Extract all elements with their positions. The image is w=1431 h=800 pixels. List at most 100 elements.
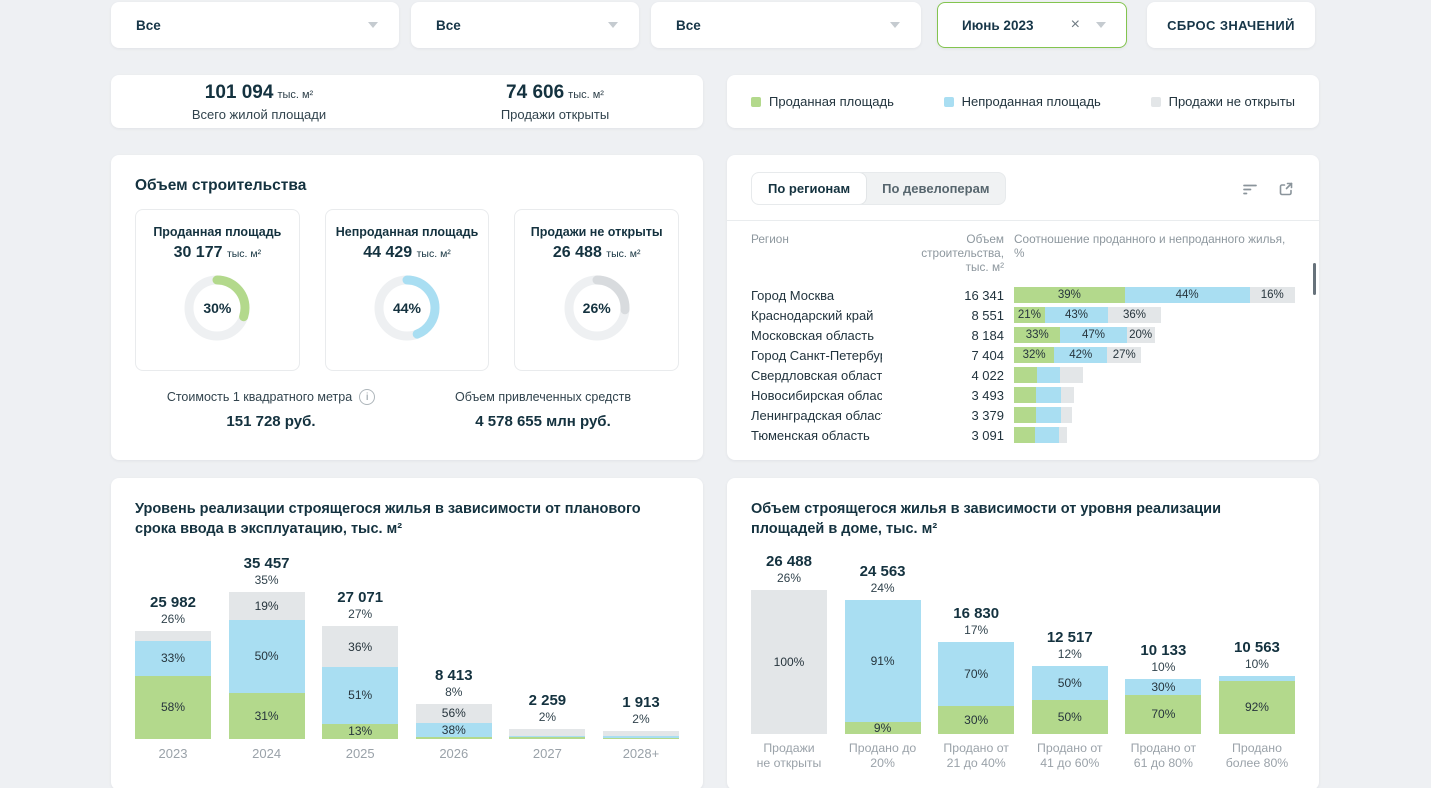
deadline-chart-card: Уровень реализации строящегося жилья в з…: [111, 478, 703, 790]
bar-share-label: 2%: [632, 712, 649, 726]
bar-segment: 33%: [1014, 327, 1060, 343]
region-bar: [1014, 427, 1067, 443]
bar-share-label: 10%: [1151, 660, 1175, 674]
column-header-ratio: Соотношение проданного и непроданного жи…: [1014, 232, 1295, 274]
region-bar: 21%43%36%: [1014, 307, 1161, 323]
table-row: Свердловская область4 022: [751, 365, 1295, 385]
sold-area-swatch-icon: [751, 97, 761, 107]
legend-label: Непроданная площадь: [962, 94, 1101, 109]
stat-label: Всего жилой площади: [111, 107, 407, 122]
bar-category-label: 2024: [252, 746, 281, 764]
metric-price-per-sqm: Стоимость 1 квадратного метраi 151 728 р…: [135, 388, 407, 430]
bar-group: 12 51712%50%50%Продано от 41 до 60%: [1032, 552, 1108, 774]
scrollbar-thumb[interactable]: [1313, 263, 1316, 295]
region-bar-track: 33%47%20%: [1014, 327, 1295, 343]
bar-total-label: 1 913: [622, 694, 660, 711]
bar-segment: 33%: [135, 641, 211, 677]
bar-segment: 50%: [229, 620, 305, 694]
clear-icon[interactable]: ×: [1071, 17, 1080, 33]
donut-card: Непроданная площадь44 429 тыс. м²44%: [325, 209, 490, 371]
region-bar-track: [1014, 387, 1295, 403]
bar-group: 1 9132%2028+: [603, 552, 679, 764]
bar-segment: 9%: [845, 722, 921, 734]
bar-stack: 92%: [1219, 676, 1295, 733]
reset-values-button[interactable]: СБРОС ЗНАЧЕНИЙ: [1147, 2, 1315, 48]
regions-tabs: По регионам По девелоперам: [751, 172, 1006, 205]
region-name: Город Санкт-Петербург: [751, 348, 882, 363]
donut-chart: 26%: [560, 271, 634, 345]
bar-segment: 47%: [1060, 327, 1126, 343]
region-bar-track: [1014, 427, 1295, 443]
bar-category-label: Продано до 20%: [849, 741, 916, 774]
bar-segment: [1061, 387, 1074, 403]
stat-value: 101 094: [205, 82, 274, 103]
table-row: Московская область8 18433%47%20%: [751, 325, 1295, 345]
filter-dropdown-1[interactable]: Все: [111, 2, 399, 48]
donut-card: Проданная площадь30 177 тыс. м²30%: [135, 209, 300, 371]
card-title: Объем строительства: [135, 177, 679, 195]
stat-sales-open: 74 606тыс. м² Продажи открыты: [407, 82, 703, 122]
donut-card-value: 26 488 тыс. м²: [515, 244, 678, 262]
date-filter-dropdown[interactable]: Июнь 2023 ×: [937, 2, 1127, 48]
expand-icon[interactable]: [1277, 180, 1295, 198]
bar-total-label: 8 413: [435, 667, 473, 684]
bar-segment: 43%: [1045, 307, 1108, 323]
bar-category-label: Продано от 41 до 60%: [1037, 741, 1103, 774]
bar-stack: [603, 731, 679, 739]
bar-total-label: 16 830: [953, 605, 999, 622]
filter-dropdown-3[interactable]: Все: [651, 2, 921, 48]
bar-segment: 30%: [1125, 679, 1201, 696]
bar-segment: 42%: [1054, 347, 1107, 363]
bar-stack: 100%: [751, 590, 827, 734]
bar-total-label: 35 457: [244, 555, 290, 572]
bar-segment: 70%: [1125, 695, 1201, 734]
bar-segment: 16%: [1250, 287, 1295, 303]
bar-stack: [509, 729, 585, 738]
bar-stack: 9%91%: [845, 600, 921, 734]
table-row: Город Москва16 34139%44%16%: [751, 285, 1295, 305]
dashboard-page: Все Все Все Июнь 2023 × СБРОС ЗНАЧЕНИЙ 1…: [0, 0, 1431, 800]
donut-percent-label: 26%: [560, 271, 634, 345]
filter-dropdown-2-value: Все: [436, 18, 608, 33]
filter-dropdown-2[interactable]: Все: [411, 2, 639, 48]
bar-group: 25 98226%58%33%2023: [135, 552, 211, 764]
filter-dropdown-1-value: Все: [136, 18, 368, 33]
bar-segment: 70%: [938, 642, 1014, 706]
metric-value: 4 578 655 млн руб.: [407, 413, 679, 430]
bar-share-label: 35%: [255, 573, 279, 587]
tab-by-developers[interactable]: По девелоперам: [866, 173, 1005, 204]
legend-item-sold: Проданная площадь: [751, 94, 894, 109]
region-name: Город Москва: [751, 288, 882, 303]
region-name: Ленинградская область: [751, 408, 882, 423]
legend-label: Продажи не открыты: [1169, 94, 1295, 109]
sort-icon[interactable]: [1241, 180, 1259, 198]
bottom-strip: [0, 788, 1431, 800]
bar-share-label: 26%: [161, 612, 185, 626]
bar-segment: [135, 631, 211, 641]
bar-segment: [1014, 387, 1036, 403]
bar-group: 8 4138%38%56%2026: [416, 552, 492, 764]
table-row: Краснодарский край8 55121%43%36%: [751, 305, 1295, 325]
regions-table: Регион Объем строительства,тыс. м² Соотн…: [727, 221, 1319, 445]
bar-segment: [603, 738, 679, 739]
donut-card-label: Продажи не открыты: [515, 225, 678, 239]
bar-share-label: 24%: [871, 581, 895, 595]
bar-total-label: 25 982: [150, 594, 196, 611]
tab-by-regions[interactable]: По регионам: [751, 172, 867, 205]
bar-segment: 19%: [229, 592, 305, 620]
bar-segment: 39%: [1014, 287, 1125, 303]
legend-label: Проданная площадь: [769, 94, 894, 109]
info-icon[interactable]: i: [359, 389, 375, 405]
region-name: Московская область: [751, 328, 882, 343]
column-header-volume: Объем строительства,тыс. м²: [892, 232, 1004, 274]
unsold-area-swatch-icon: [944, 97, 954, 107]
metric-label: Стоимость 1 квадратного метра: [167, 390, 352, 404]
region-bar-track: 21%43%36%: [1014, 307, 1295, 323]
bar-total-label: 12 517: [1047, 629, 1093, 646]
bar-share-label: 8%: [445, 685, 462, 699]
bar-group: 2 2592%2027: [509, 552, 585, 764]
bar-group: 16 83017%30%70%Продано от 21 до 40%: [938, 552, 1014, 774]
donut-percent-label: 44%: [370, 271, 444, 345]
bar-segment: [1014, 427, 1035, 443]
chevron-down-icon: [368, 22, 378, 28]
